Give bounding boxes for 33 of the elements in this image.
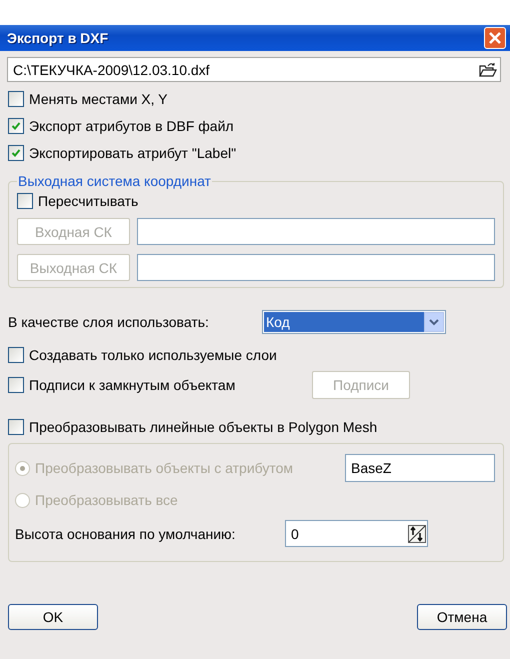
close-button[interactable] bbox=[484, 27, 506, 49]
checkbox-label: Пересчитывать bbox=[38, 193, 138, 209]
layer-label: В качестве слоя использовать: bbox=[8, 314, 210, 330]
checkbox[interactable] bbox=[17, 193, 33, 209]
height-label: Высота основания по умолчанию: bbox=[15, 526, 236, 542]
coordinate-system-field[interactable] bbox=[137, 218, 495, 245]
checkbox[interactable] bbox=[8, 145, 24, 161]
checkbox[interactable] bbox=[8, 91, 24, 107]
checkbox-label: Экспортировать атрибут "Label" bbox=[29, 145, 236, 161]
layer-dropdown[interactable]: Код bbox=[262, 310, 446, 334]
checkbox-label: Преобразовывать линейные объекты в Polygon Mesh bbox=[29, 419, 378, 435]
checkbox-label: Подписи к замкнутым объектам bbox=[29, 377, 236, 393]
checkbox[interactable] bbox=[8, 347, 24, 363]
close-icon bbox=[488, 31, 502, 45]
checkbox[interactable] bbox=[8, 118, 24, 134]
ok-button[interactable]: OK bbox=[8, 604, 98, 630]
spin-arrows-icon[interactable] bbox=[408, 524, 426, 542]
checkbox[interactable] bbox=[8, 419, 24, 435]
radio-label: Преобразовывать все bbox=[35, 492, 178, 508]
group-title: Выходная система координат bbox=[17, 173, 212, 189]
checkbox-label: Экспорт атрибутов в DBF файл bbox=[29, 118, 234, 134]
radio-label: Преобразовывать объекты с атрибутом bbox=[35, 460, 294, 476]
height-spin-field[interactable]: 0 bbox=[285, 520, 428, 547]
checkbox[interactable] bbox=[8, 377, 24, 393]
file-path-field[interactable]: C:\ТЕКУЧКА-2009\12.03.10.dxf bbox=[7, 57, 501, 82]
check-icon bbox=[11, 148, 21, 158]
coordinate-system-field[interactable] bbox=[137, 254, 495, 281]
open-folder-icon[interactable] bbox=[479, 62, 497, 78]
cancel-button[interactable]: Отмена bbox=[417, 604, 507, 630]
window-title: Экспорт в DXF bbox=[7, 30, 108, 46]
checkbox-label: Создавать только используемые слои bbox=[29, 347, 277, 363]
check-icon bbox=[11, 121, 21, 131]
checkbox-label: Менять местами X, Y bbox=[29, 91, 168, 107]
